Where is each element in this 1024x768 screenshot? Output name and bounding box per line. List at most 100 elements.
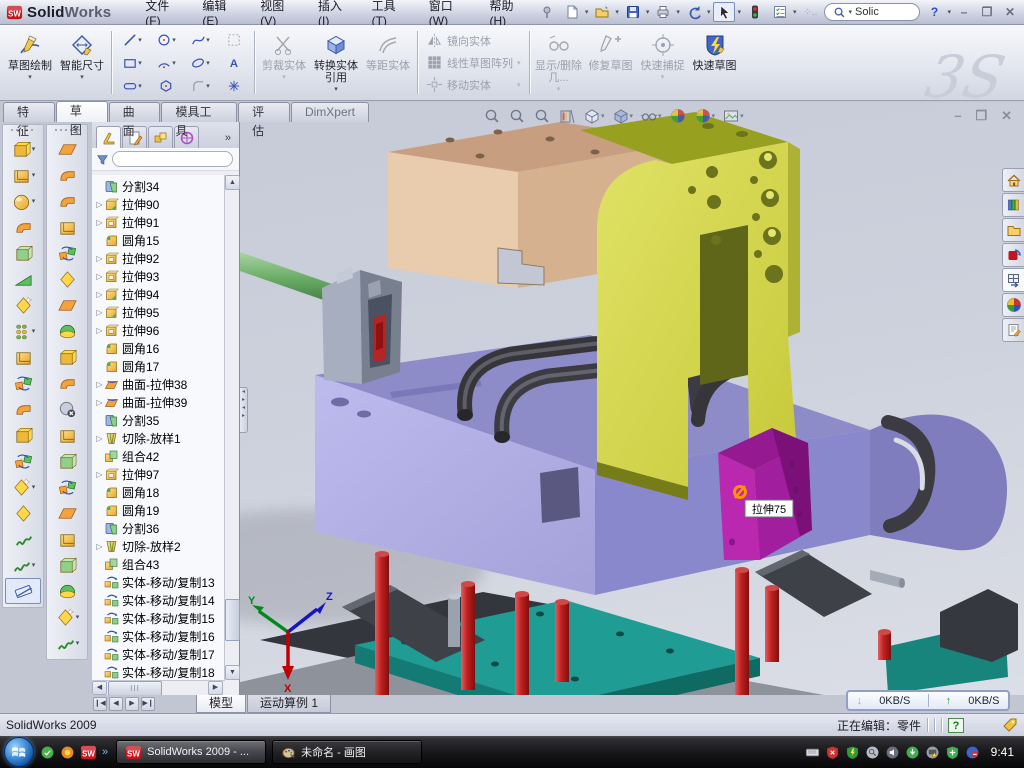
sketch-text-button[interactable]: A	[217, 51, 251, 74]
graphics-viewport[interactable]: 拉伸75 Y Z X ▾▾▾▾▾ – ❐ ✕ ◂▸◂▸	[240, 102, 1024, 695]
tree-item-拉伸92[interactable]: ▷ 拉伸92	[92, 249, 225, 267]
tree-item-分割34[interactable]: 分割34	[92, 177, 225, 195]
ribbon-button-convert[interactable]: 转换实体引用▾	[310, 27, 362, 97]
measure-tool-button[interactable]	[5, 578, 41, 604]
view-orientation-button[interactable]: ▾	[583, 107, 605, 125]
ribbon-button-repair[interactable]: 修复草图	[585, 27, 637, 97]
left-toolbar-button[interactable]	[49, 552, 85, 578]
configurationmanager-tab[interactable]	[148, 126, 173, 148]
left-toolbar-button[interactable]	[49, 526, 85, 552]
ribbon-tab-1[interactable]: 草图	[56, 101, 108, 122]
taskbar-clock[interactable]: 9:41	[991, 745, 1014, 759]
expander-icon[interactable]: ▷	[95, 470, 104, 479]
panel-splitter-handle[interactable]: ◂▸◂▸	[240, 387, 248, 433]
tree-filter-input[interactable]	[112, 151, 233, 167]
minimize-button[interactable]: –	[954, 3, 974, 21]
tree-item-拉伸95[interactable]: ▷ 拉伸95	[92, 303, 225, 321]
antivirus-shield-icon[interactable]	[845, 745, 860, 760]
download-manager-icon[interactable]	[905, 745, 920, 760]
left-toolbar-button[interactable]	[49, 578, 85, 604]
view-settings-button[interactable]: ▾	[694, 107, 716, 125]
tab-nav-prev[interactable]: ◀	[109, 697, 123, 711]
ribbon-tab-4[interactable]: 评估	[238, 102, 290, 122]
left-toolbar-button[interactable]	[49, 214, 85, 240]
expander-icon[interactable]: ▷	[95, 290, 104, 299]
options-button[interactable]	[769, 2, 791, 22]
left-toolbar-button[interactable]	[5, 526, 41, 552]
left-toolbar-button[interactable]: ▾	[5, 318, 41, 344]
tree-item-切除-放样2[interactable]: ▷ 切除-放样2	[92, 537, 225, 555]
expander-icon[interactable]: ▷	[95, 254, 104, 263]
tree-item-拉伸90[interactable]: ▷ 拉伸90	[92, 195, 225, 213]
doc-restore-button[interactable]: ❐	[975, 108, 987, 124]
expander-icon[interactable]: ▷	[95, 200, 104, 209]
left-toolbar-button[interactable]	[49, 474, 85, 500]
panel-tabs-overflow[interactable]: »	[225, 132, 237, 148]
tree-item-拉伸93[interactable]: ▷ 拉伸93	[92, 267, 225, 285]
tree-item-曲面-拉伸38[interactable]: ▷ 曲面-拉伸38	[92, 375, 225, 393]
select-tool-button[interactable]	[713, 2, 735, 22]
ribbon-button-mirror[interactable]: 镜向实体	[421, 31, 526, 51]
left-toolbar-button[interactable]: ▾	[49, 604, 85, 630]
left-toolbar-button[interactable]	[5, 292, 41, 318]
new-document-button[interactable]	[561, 2, 583, 22]
print-button[interactable]	[652, 2, 674, 22]
tree-item-组合43[interactable]: 组合43	[92, 555, 225, 573]
appearances-tab[interactable]	[1002, 293, 1024, 317]
custom-properties-tab[interactable]	[1002, 318, 1024, 342]
sketch-polygon-button[interactable]	[149, 74, 183, 97]
input-method-icon[interactable]	[805, 745, 820, 760]
tree-item-分割35[interactable]: 分割35	[92, 411, 225, 429]
left-toolbar-button[interactable]	[5, 214, 41, 240]
security-alert-shield-icon[interactable]	[825, 745, 840, 760]
ribbon-button-offset[interactable]: 等距实体	[362, 27, 414, 97]
sketch-arc-button[interactable]: ▾	[149, 51, 183, 74]
section-view-button[interactable]	[558, 107, 576, 125]
ribbon-button-smartdim[interactable]: 智能尺寸▾	[56, 27, 108, 97]
pin-toolbar-icon[interactable]	[536, 2, 558, 22]
left-toolbar-button[interactable]	[49, 292, 85, 318]
left-toolbar-button[interactable]	[49, 240, 85, 266]
left-toolbar-button[interactable]	[5, 266, 41, 292]
tree-item-拉伸96[interactable]: ▷ 拉伸96	[92, 321, 225, 339]
tree-item-圆角18[interactable]: 圆角18	[92, 483, 225, 501]
left-toolbar-button[interactable]: ▾	[5, 162, 41, 188]
quicklaunch-messenger-icon[interactable]	[40, 745, 55, 760]
solidworks-resources-tab[interactable]	[1002, 243, 1024, 267]
tree-item-实体-移动/复制13[interactable]: 实体-移动/复制13	[92, 573, 225, 591]
tree-horizontal-scrollbar[interactable]: ◀ ΙΙΙ ▶	[92, 680, 225, 695]
featuremanager-tab[interactable]	[96, 126, 121, 148]
tree-item-拉伸91[interactable]: ▷ 拉伸91	[92, 213, 225, 231]
home-tab[interactable]	[1002, 168, 1024, 192]
left-toolbar-button[interactable]	[5, 240, 41, 266]
ribbon-button-trim[interactable]: 剪裁实体▾	[258, 27, 310, 97]
camera-view-button[interactable]: ▾	[722, 107, 744, 125]
sketch-rectangle-button[interactable]: ▾	[115, 51, 149, 74]
tab-nav-first[interactable]: ❙◀	[93, 697, 107, 711]
tree-item-圆角19[interactable]: 圆角19	[92, 501, 225, 519]
zoom-to-fit-button[interactable]	[483, 107, 501, 125]
previous-view-button[interactable]	[533, 107, 551, 125]
ribbon-button-sketch[interactable]: 草图绘制▾	[4, 27, 56, 97]
ribbon-tab-5[interactable]: DimXpert	[291, 102, 369, 122]
sketch-circle-button[interactable]: ▾	[149, 28, 183, 51]
tree-item-实体-移动/复制14[interactable]: 实体-移动/复制14	[92, 591, 225, 609]
left-toolbar-button[interactable]	[49, 500, 85, 526]
tab-nav-last[interactable]: ▶❙	[141, 697, 155, 711]
undo-button[interactable]	[683, 2, 705, 22]
ribbon-button-linpattern[interactable]: 线性草图阵列▾	[421, 53, 526, 73]
open-document-button[interactable]	[591, 2, 613, 22]
health-shield-icon[interactable]	[945, 745, 960, 760]
tree-item-圆角15[interactable]: 圆角15	[92, 231, 225, 249]
left-toolbar-button[interactable]	[49, 422, 85, 448]
tree-item-实体-移动/复制18[interactable]: 实体-移动/复制18	[92, 663, 225, 680]
save-button[interactable]	[622, 2, 644, 22]
volume-icon[interactable]	[885, 745, 900, 760]
left-toolbar-button[interactable]: ▾	[49, 630, 85, 656]
expander-icon[interactable]: ▷	[95, 542, 104, 551]
sketch-spline-button[interactable]: ▾	[183, 28, 217, 51]
sketch-line-button[interactable]: ▾	[115, 28, 149, 51]
quicklaunch-overflow[interactable]: »	[102, 746, 108, 758]
quicklaunch-app-icon[interactable]	[60, 745, 75, 760]
expander-icon[interactable]: ▷	[95, 308, 104, 317]
